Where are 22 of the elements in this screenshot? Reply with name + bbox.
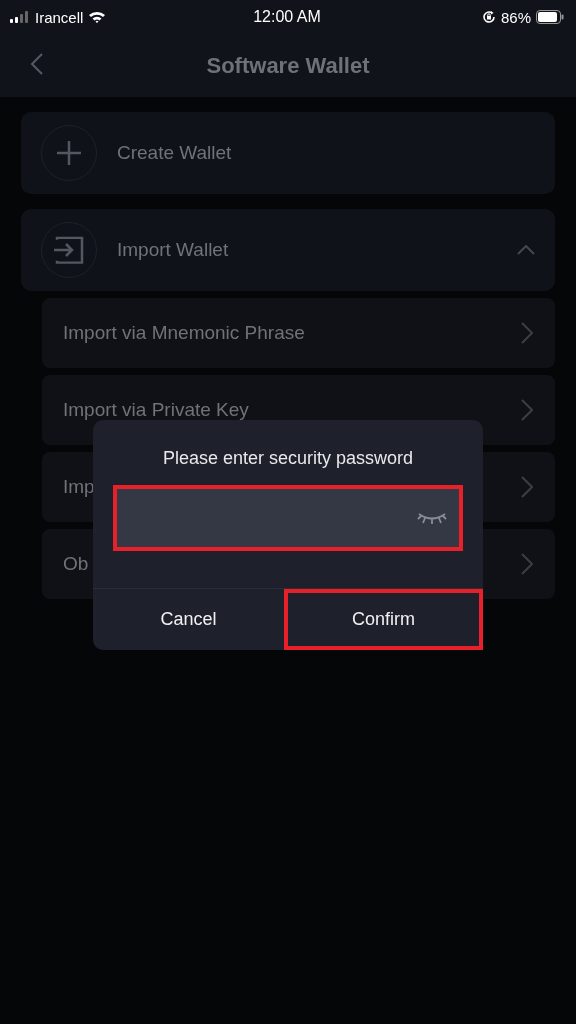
- wifi-icon: [88, 10, 107, 24]
- chevron-icon: [521, 553, 533, 575]
- closed-eye-icon: [417, 511, 447, 525]
- plus-icon: [56, 140, 82, 166]
- battery-percent: 86%: [500, 8, 531, 26]
- wallet-option[interactable]: Create Wallet: [21, 112, 555, 194]
- signal-icon: [10, 11, 30, 23]
- dialog-title: Please enter security password: [162, 448, 414, 469]
- chevron-icon: [521, 322, 533, 344]
- dialog-button[interactable]: Confirm: [284, 589, 483, 650]
- import-icon: [54, 235, 84, 265]
- import-option[interactable]: Import via Mnemonic Phrase: [42, 298, 555, 368]
- dialog-button[interactable]: Cancel: [93, 589, 284, 650]
- battery-icon: [536, 10, 564, 24]
- chevron-icon: [521, 476, 533, 498]
- rotation-lock-icon: [481, 10, 496, 24]
- carrier-name: Irancell: [35, 8, 84, 26]
- chevron-icon: [521, 399, 533, 421]
- status-time: 12:00 AM: [253, 8, 321, 26]
- screen-title: Software Wallet: [206, 52, 370, 79]
- password-field[interactable]: [113, 485, 463, 551]
- wallet-option[interactable]: Import Wallet: [21, 209, 555, 291]
